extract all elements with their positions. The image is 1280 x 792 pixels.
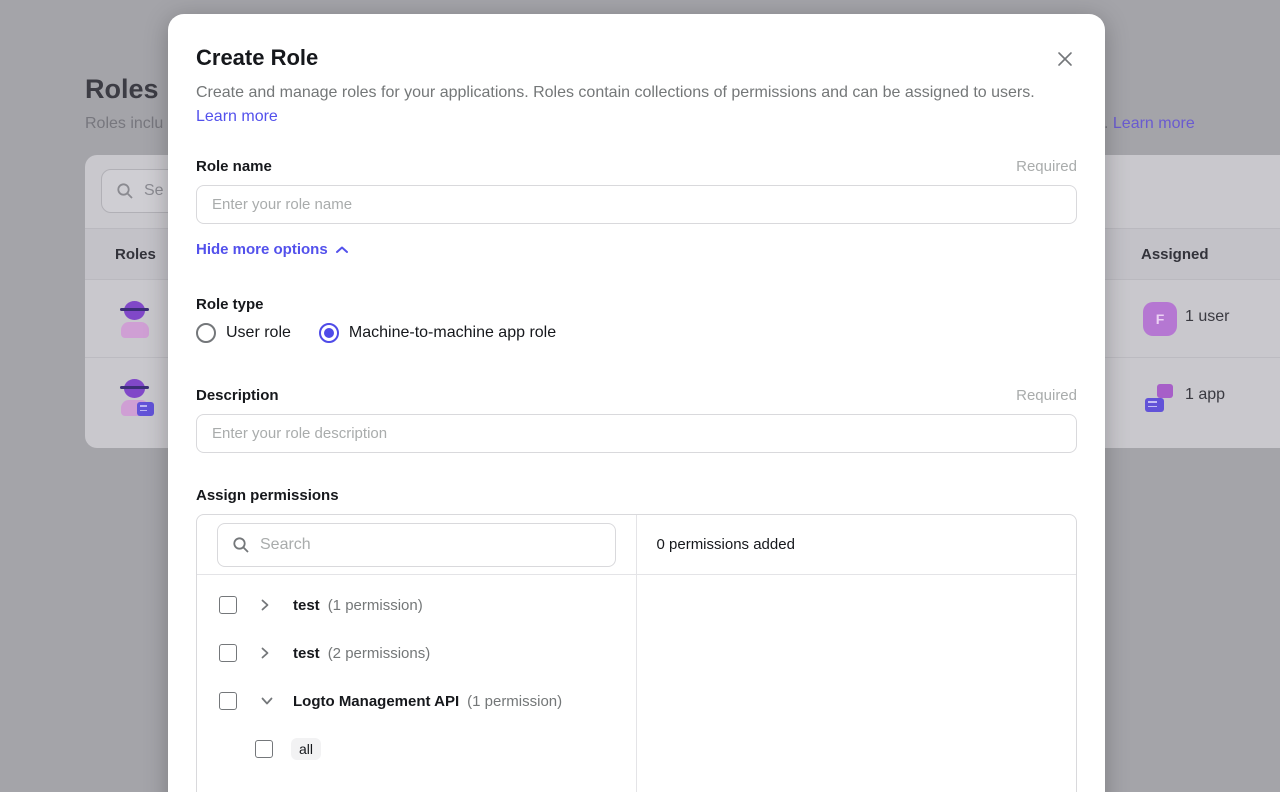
radio-user-role[interactable]: User role <box>196 323 291 343</box>
api-name: test <box>293 597 320 614</box>
close-icon <box>1055 49 1075 69</box>
modal-subtitle-text: Create and manage roles for your applica… <box>196 84 1035 101</box>
radio-m2m-role[interactable]: Machine-to-machine app role <box>319 323 556 343</box>
checkbox-icon[interactable] <box>219 644 237 662</box>
role-name-field-head: Role name Required <box>196 158 1077 176</box>
permission-tag: all <box>291 738 321 760</box>
api-name: Logto Management API <box>293 693 459 710</box>
permissions-added-summary: 0 permissions added <box>637 515 1077 575</box>
description-field-head: Description Required <box>196 387 1077 405</box>
tree-item-test-1[interactable]: test (1 permission) <box>197 581 636 629</box>
radio-user-role-label: User role <box>226 324 291 342</box>
chevron-right-icon[interactable] <box>261 647 273 659</box>
search-icon <box>116 182 134 200</box>
required-tag: Required <box>1016 158 1077 175</box>
close-button[interactable] <box>1053 47 1077 71</box>
modal-title: Create Role <box>196 44 1077 72</box>
checkbox-icon[interactable] <box>255 740 273 758</box>
checkbox-icon[interactable] <box>219 596 237 614</box>
search-icon <box>232 536 250 554</box>
chevron-right-icon[interactable] <box>261 599 273 611</box>
checkbox-icon[interactable] <box>219 692 237 710</box>
page-title: Roles <box>85 74 159 105</box>
permission-count: (2 permissions) <box>328 645 431 662</box>
description-label: Description <box>196 387 279 405</box>
role-name-label: Role name <box>196 158 272 176</box>
page-subtitle-fragment: Roles inclu <box>85 115 163 133</box>
api-name: test <box>293 645 320 662</box>
permission-count: (1 permission) <box>467 693 562 710</box>
permission-count: (1 permission) <box>328 597 423 614</box>
column-roles: Roles <box>115 229 156 281</box>
hide-more-options-toggle[interactable]: Hide more options <box>196 240 348 260</box>
radio-m2m-role-label: Machine-to-machine app role <box>349 324 556 342</box>
role-type-label: Role type <box>196 296 1077 314</box>
create-role-modal: Create Role Create and manage roles for … <box>168 14 1105 792</box>
assigned-count: 1 user <box>1185 308 1229 326</box>
page-learn-more-link[interactable]: Learn more <box>1113 115 1195 132</box>
required-tag: Required <box>1016 387 1077 404</box>
avatar: F <box>1143 302 1177 336</box>
roles-search-placeholder: Se <box>144 182 164 200</box>
tree-item-logto-management-api[interactable]: Logto Management API (1 permission) <box>197 677 636 725</box>
assigned-count: 1 app <box>1185 386 1225 404</box>
chevron-up-icon <box>336 246 348 254</box>
permissions-tree: test (1 permission) test (2 permissions) <box>197 575 636 773</box>
permissions-search-input[interactable] <box>260 536 601 554</box>
tree-item-test-2[interactable]: test (2 permissions) <box>197 629 636 677</box>
radio-selected-icon[interactable] <box>319 323 339 343</box>
app-icon <box>1145 384 1175 412</box>
tree-child-all-permission[interactable]: all <box>197 725 636 773</box>
user-role-icon <box>115 299 155 339</box>
assign-permissions-label: Assign permissions <box>196 487 1077 505</box>
permissions-source-pane: test (1 permission) test (2 permissions) <box>197 515 637 792</box>
column-assigned: Assigned <box>1141 229 1209 281</box>
hide-more-options-label: Hide more options <box>196 240 328 260</box>
modal-header: Create Role <box>196 14 1077 72</box>
description-input[interactable] <box>196 414 1077 453</box>
permissions-panel: test (1 permission) test (2 permissions) <box>196 514 1077 792</box>
chevron-down-icon[interactable] <box>261 697 273 705</box>
radio-unselected-icon[interactable] <box>196 323 216 343</box>
permissions-search-box[interactable] <box>217 523 616 567</box>
role-name-input[interactable] <box>196 185 1077 224</box>
role-type-options: User role Machine-to-machine app role <box>196 323 1077 343</box>
page-subtitle-end: . Learn more <box>1104 115 1195 133</box>
m2m-role-icon <box>115 377 155 417</box>
permissions-search-area <box>197 515 636 575</box>
modal-subtitle: Create and manage roles for your applica… <box>196 81 1041 129</box>
permissions-selected-pane: 0 permissions added <box>637 515 1077 792</box>
modal-learn-more-link[interactable]: Learn more <box>196 108 278 125</box>
